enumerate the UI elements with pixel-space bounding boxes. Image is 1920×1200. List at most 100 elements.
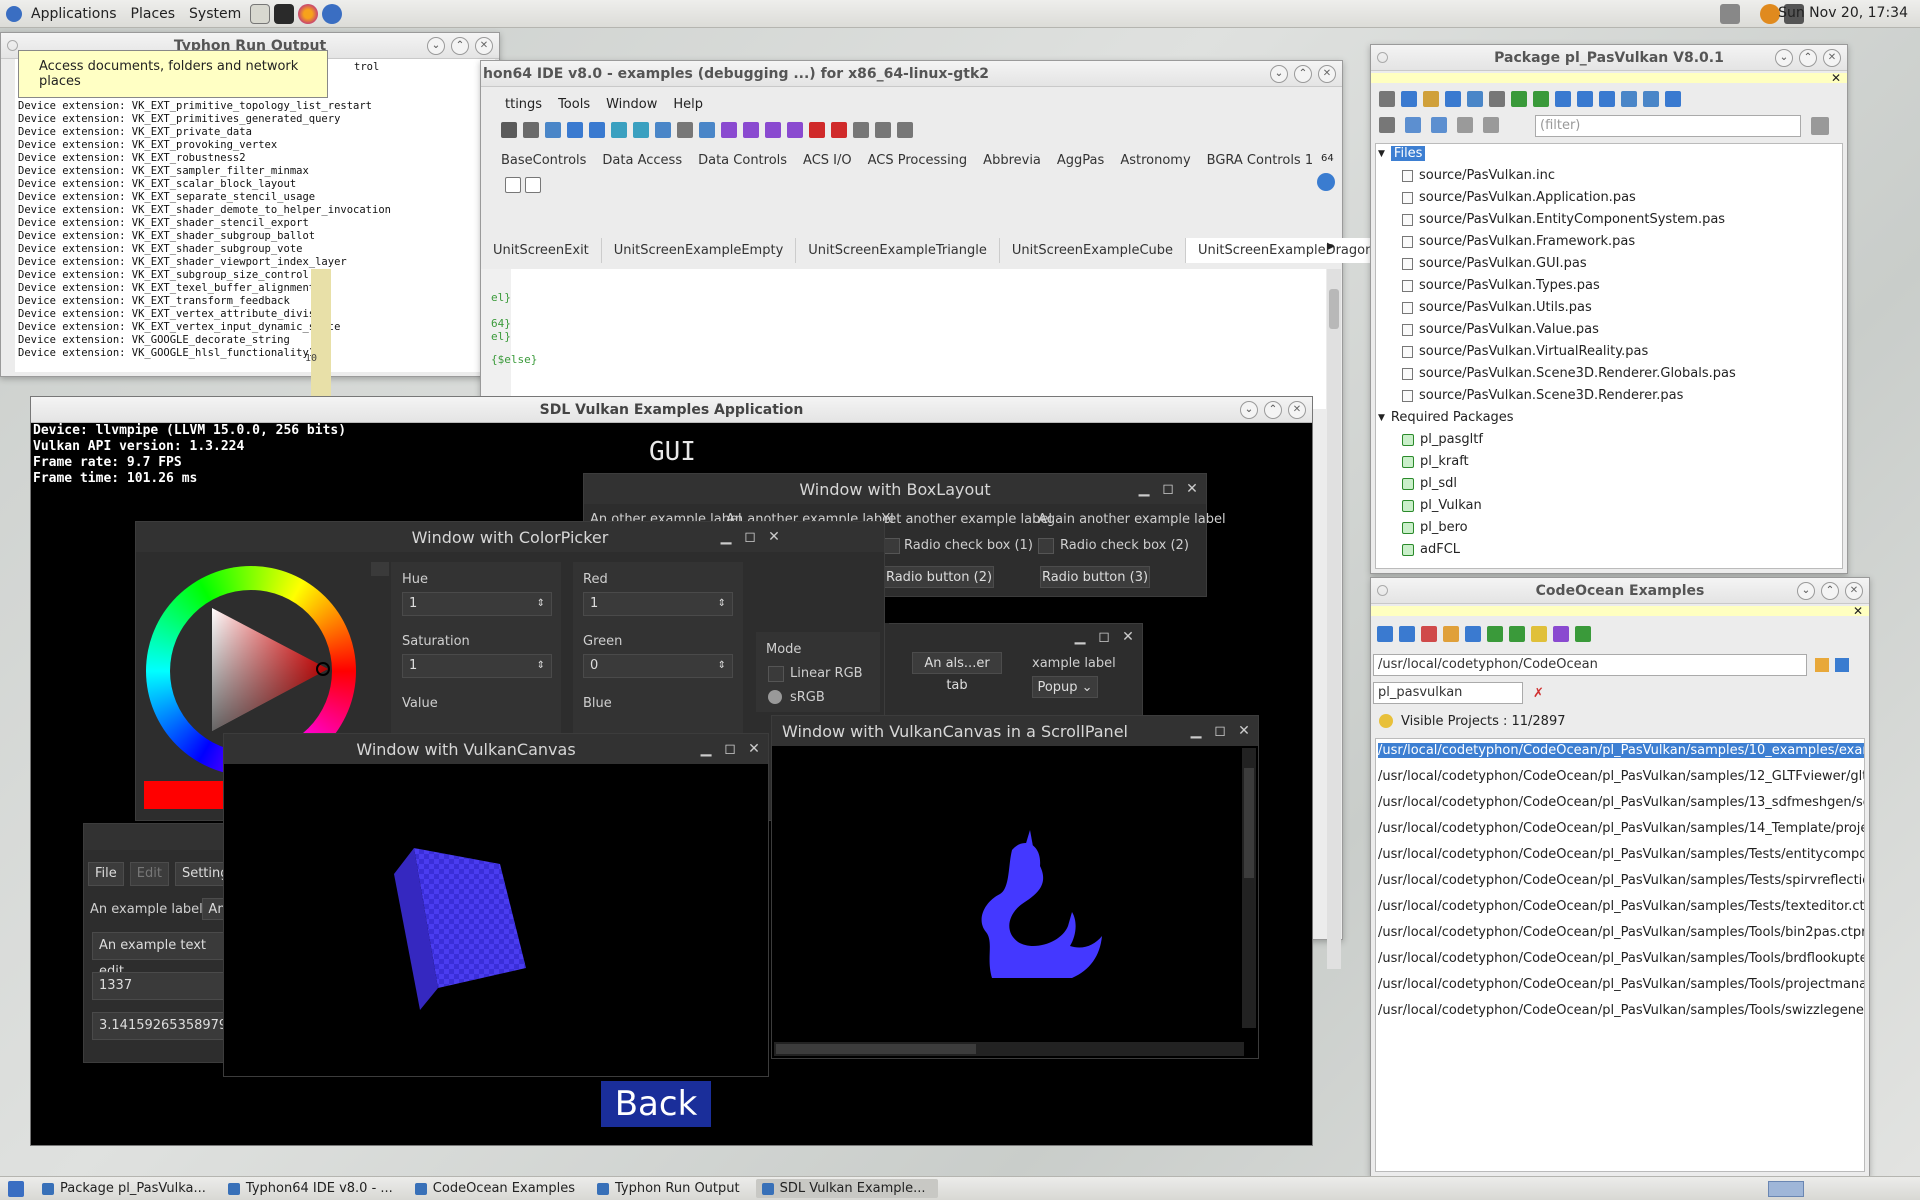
toolbar-action-icon[interactable]	[875, 122, 891, 138]
codeocean-action-icon[interactable]	[1575, 626, 1591, 642]
project-list-item[interactable]: /usr/local/codetyphon/CodeOcean/pl_PasVu…	[1378, 951, 1864, 966]
close-icon[interactable]: ✕	[1182, 480, 1202, 498]
codeocean-action-icon[interactable]	[1421, 626, 1437, 642]
tree-file[interactable]: source/PasVulkan.inc	[1402, 168, 1555, 183]
codeocean-action-icon[interactable]	[1443, 626, 1459, 642]
browse-folder-icon[interactable]	[1815, 658, 1829, 672]
codeocean-action-icon[interactable]	[1487, 626, 1503, 642]
close-infobar-icon[interactable]: ✕	[1831, 71, 1841, 85]
toolbar-action-icon[interactable]	[523, 122, 539, 138]
hue-spinner[interactable]: 1 ⇕	[402, 592, 552, 616]
package-titlebar[interactable]: Package pl_PasVulkan V8.0.1 ⌄ ⌃ ✕	[1371, 45, 1847, 71]
toolbar-action-icon[interactable]	[655, 122, 671, 138]
tree-file[interactable]: source/PasVulkan.EntityComponentSystem.p…	[1402, 212, 1725, 227]
component-tab[interactable]: Astronomy	[1112, 149, 1198, 172]
minimize-icon[interactable]: ⌄	[1240, 401, 1258, 419]
project-list-item[interactable]: /usr/local/codetyphon/CodeOcean/pl_PasVu…	[1378, 925, 1864, 940]
toolbar-action-icon[interactable]	[589, 122, 605, 138]
saturation-spinner[interactable]: 1 ⇕	[402, 654, 552, 678]
maximize-icon[interactable]: ⌃	[1294, 65, 1312, 83]
taskbar-item[interactable]: CodeOcean Examples	[409, 1179, 587, 1198]
green-spinner[interactable]: 0 ⇕	[583, 654, 733, 678]
tree-file[interactable]: source/PasVulkan.Scene3D.Renderer.pas	[1402, 388, 1683, 403]
taskbar-item[interactable]: SDL Vulkan Example...	[755, 1179, 938, 1198]
minimize-icon[interactable]: ⌄	[427, 37, 445, 55]
tab-window[interactable]: ▁ ◻ ✕ An als...er tab xample label Popup ⌄	[881, 623, 1143, 723]
picker-slider[interactable]	[371, 562, 389, 576]
open-icon[interactable]	[1379, 117, 1395, 133]
move-down-icon[interactable]	[1483, 117, 1499, 133]
radio-check-box-1[interactable]	[884, 538, 900, 554]
github-launcher-icon[interactable]	[322, 3, 343, 24]
vulkancanvas-titlebar[interactable]: Window with VulkanCanvas ▁ ◻ ✕	[224, 734, 768, 764]
red-spinner[interactable]: 1 ⇕	[583, 592, 733, 616]
component-tab[interactable]: Data Access	[594, 149, 690, 172]
package-action-icon[interactable]	[1555, 91, 1571, 107]
clock[interactable]: Sun Nov 20, 17:34	[1778, 5, 1908, 21]
tree-node-files[interactable]: ▼ Files	[1378, 146, 1426, 161]
tree-required-package[interactable]: pl_kraft	[1402, 454, 1469, 469]
code-editor[interactable]: el} 64} el} 10 {$else}	[305, 269, 1326, 409]
colorpicker-titlebar[interactable]: Window with ColorPicker ▁ ◻ ✕	[136, 522, 884, 552]
scrollpanel-window[interactable]: Window with VulkanCanvas in a ScrollPane…	[771, 715, 1259, 1059]
menu-window[interactable]: Window	[606, 97, 657, 112]
window-menu-icon[interactable]	[1377, 585, 1388, 596]
minimize-icon[interactable]: ▁	[1186, 722, 1206, 740]
tree-node-required[interactable]: ▼ Required Packages	[1378, 410, 1514, 425]
clear-search-icon[interactable]: ✗	[1533, 686, 1544, 701]
menu-tools[interactable]: Tools	[558, 97, 590, 112]
codeocean-action-icon[interactable]	[1509, 626, 1525, 642]
popup-button[interactable]: Popup ⌄	[1032, 676, 1098, 698]
package-action-icon[interactable]	[1621, 91, 1637, 107]
applications-menu[interactable]: Applications	[24, 6, 124, 22]
example-text-edit[interactable]: An example text edit	[92, 932, 232, 979]
component-tab[interactable]: ACS Processing	[860, 149, 976, 172]
package-action-icon[interactable]	[1379, 91, 1395, 107]
linear-rgb-checkbox[interactable]	[768, 666, 784, 682]
tree-file[interactable]: source/PasVulkan.VirtualReality.pas	[1402, 344, 1648, 359]
editor-scrollbar[interactable]	[1327, 269, 1341, 969]
package-action-icon[interactable]	[1445, 91, 1461, 107]
taskbar-item[interactable]: Typhon64 IDE v8.0 - ...	[222, 1179, 405, 1198]
scrollpanel-titlebar[interactable]: Window with VulkanCanvas in a ScrollPane…	[772, 716, 1258, 746]
alt-tab[interactable]: An als...er tab	[912, 652, 1002, 693]
minimize-icon[interactable]: ⌄	[1797, 582, 1815, 600]
expand-arrow-icon[interactable]: ▼	[1378, 149, 1385, 159]
distro-logo-icon[interactable]	[6, 5, 22, 22]
editor-tab[interactable]: UnitScreenExit	[481, 238, 602, 263]
toolbar-action-icon[interactable]	[699, 122, 715, 138]
tree-required-package[interactable]: pl_Vulkan	[1402, 498, 1482, 513]
component-tab[interactable]: BGRA Controls 1	[1199, 149, 1321, 172]
codeocean-action-icon[interactable]	[1531, 626, 1547, 642]
maximize-icon[interactable]: ⌃	[1821, 582, 1839, 600]
close-icon[interactable]: ✕	[1234, 722, 1254, 740]
codeocean-action-icon[interactable]	[1553, 626, 1569, 642]
close-icon[interactable]: ✕	[1118, 628, 1138, 646]
maximize-icon[interactable]: ⌃	[1264, 401, 1282, 419]
text-editor-launcher-icon[interactable]	[250, 3, 271, 24]
package-action-icon[interactable]	[1599, 91, 1615, 107]
srgb-radio[interactable]	[768, 690, 782, 704]
radio-button-2[interactable]: Radio button (2)	[884, 566, 994, 588]
close-icon[interactable]: ✕	[1845, 582, 1863, 600]
back-button[interactable]: Back	[601, 1081, 711, 1127]
codeocean-action-icon[interactable]	[1465, 626, 1481, 642]
tree-required-package[interactable]: pl_pasgltf	[1402, 432, 1483, 447]
menu-help[interactable]: Help	[673, 97, 703, 112]
window-menu-icon[interactable]	[7, 40, 18, 51]
minimize-icon[interactable]: ▁	[1134, 480, 1154, 498]
toolbar-action-icon[interactable]	[853, 122, 869, 138]
project-list-item[interactable]: /usr/local/codetyphon/CodeOcean/pl_PasVu…	[1378, 847, 1864, 862]
editor-scrollbar-thumb[interactable]	[1329, 289, 1339, 329]
codeocean-project-list[interactable]: /usr/local/codetyphon/CodeOcean/pl_PasVu…	[1375, 738, 1865, 1172]
tree-required-package[interactable]: pl_bero	[1402, 520, 1468, 535]
package-action-icon[interactable]	[1665, 91, 1681, 107]
vulkancanvas-window[interactable]: Window with VulkanCanvas ▁ ◻ ✕	[223, 733, 769, 1077]
component-tab[interactable]: AggPas	[1049, 149, 1112, 172]
radio-check-box-2[interactable]	[1038, 538, 1054, 554]
tree-file[interactable]: source/PasVulkan.Utils.pas	[1402, 300, 1592, 315]
editor-tab[interactable]: UnitScreenExampleEmpty	[602, 238, 797, 263]
close-infobar-icon[interactable]: ✕	[1853, 604, 1863, 618]
palette-scroll-icon[interactable]	[1317, 173, 1335, 191]
minimize-icon[interactable]: ▁	[1070, 628, 1090, 646]
